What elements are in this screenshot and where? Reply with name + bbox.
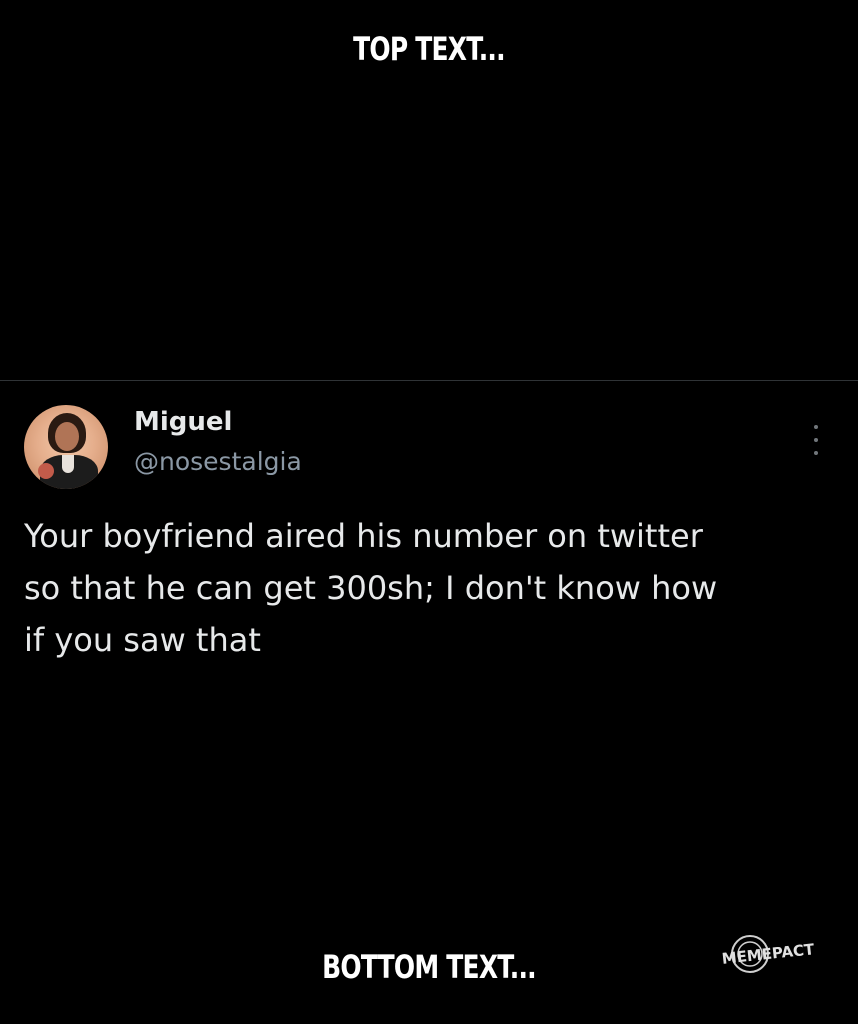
- avatar-face: [55, 422, 79, 451]
- author-display-name[interactable]: Miguel: [134, 407, 232, 437]
- avatar[interactable]: [24, 405, 108, 489]
- more-vertical-icon[interactable]: [808, 425, 824, 455]
- menu-dot: [814, 451, 818, 455]
- bottom-caption: BOTTOM TEXT...: [322, 948, 536, 986]
- menu-dot: [814, 425, 818, 429]
- avatar-collar: [62, 455, 74, 473]
- memepact-watermark-logo: MEMEPACT: [721, 935, 816, 973]
- author-handle[interactable]: @nosestalgia: [134, 447, 302, 476]
- menu-dot: [814, 438, 818, 442]
- top-caption: TOP TEXT...: [353, 30, 505, 68]
- avatar-hand: [38, 463, 54, 479]
- tweet-text: Your boyfriend aired his number on twitt…: [24, 517, 718, 659]
- divider: [0, 380, 858, 381]
